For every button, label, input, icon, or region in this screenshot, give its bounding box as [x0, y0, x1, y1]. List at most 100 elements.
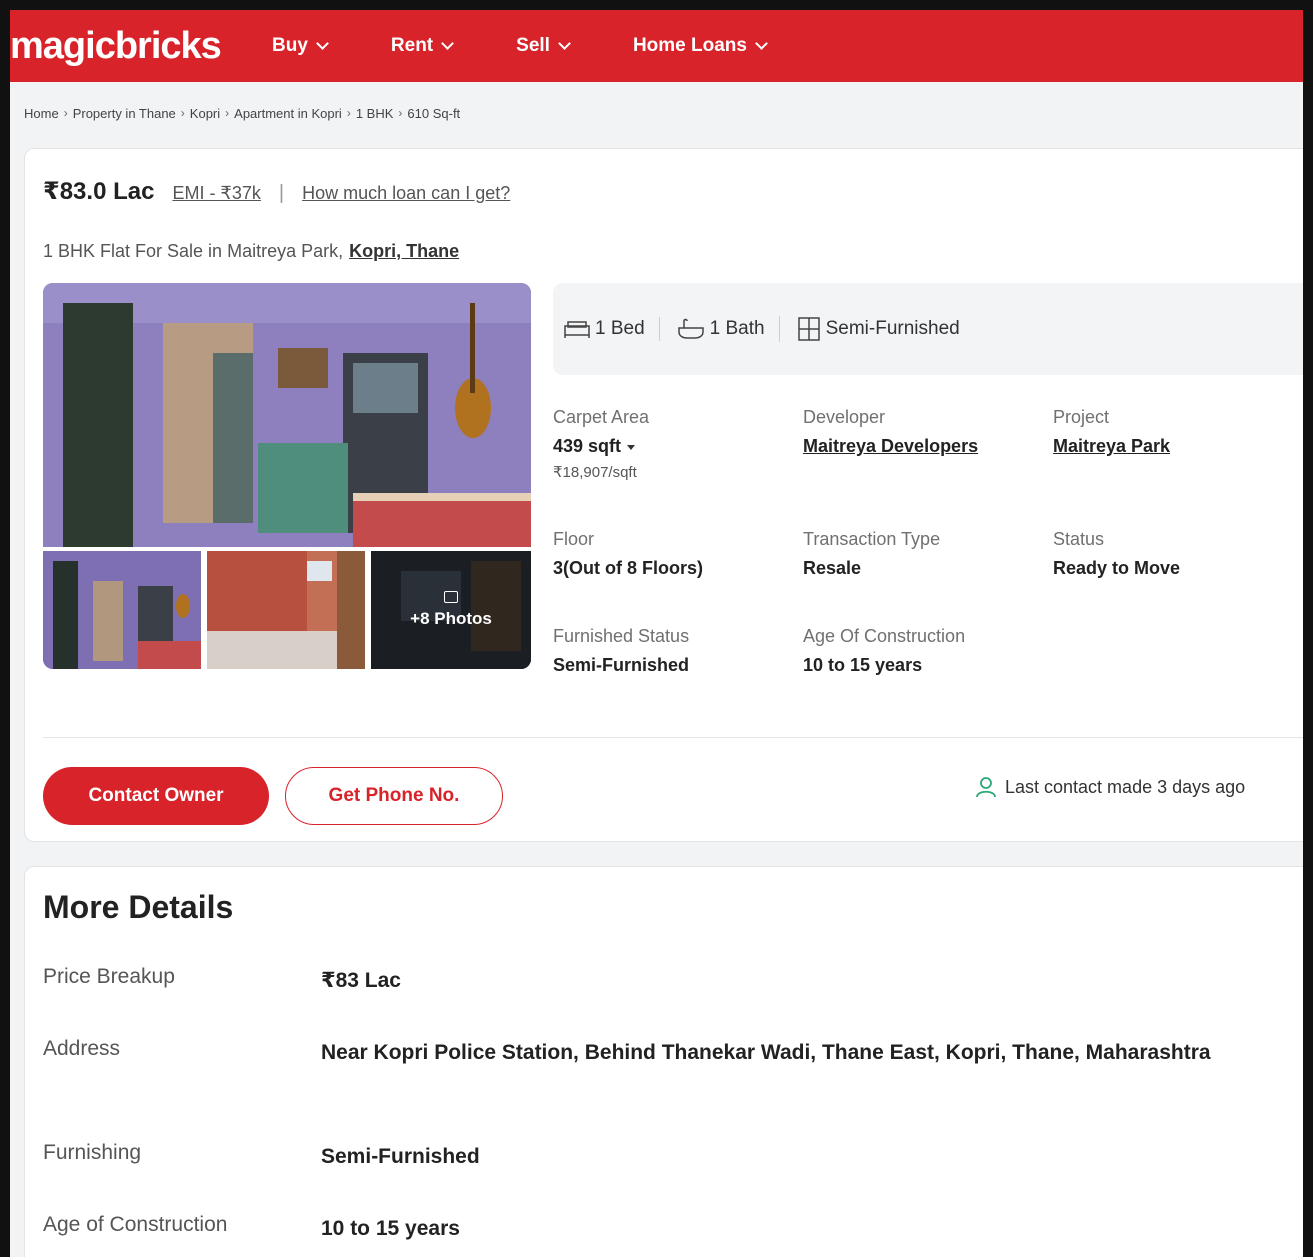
info-developer: Developer Maitreya Developers	[803, 407, 978, 457]
breadcrumb-separator-icon: ›	[346, 106, 351, 120]
nav-rent[interactable]: Rent	[390, 35, 455, 57]
detail-row-age: Age of Construction 10 to 15 years	[43, 1213, 1243, 1245]
info-floor: Floor 3(Out of 8 Floors)	[553, 529, 703, 579]
detail-key: Address	[43, 1037, 121, 1060]
breadcrumb-apartment-kopri[interactable]: Apartment in Kopri	[234, 106, 342, 121]
main-property-photo[interactable]	[43, 283, 531, 547]
detail-key: Furnishing	[43, 1141, 142, 1164]
listing-card: ₹83.0 Lac EMI - ₹37k | How much loan can…	[24, 148, 1311, 842]
listing-price: ₹83.0 Lac	[43, 178, 155, 205]
nav-rent-label: Rent	[390, 35, 434, 56]
divider	[43, 737, 1303, 738]
nav-buy[interactable]: Buy	[272, 35, 329, 57]
nav-home-loans-label: Home Loans	[632, 35, 747, 56]
detail-value: Semi-Furnished	[321, 1145, 480, 1168]
info-label: Status	[1053, 529, 1105, 549]
more-details-section: More Details Price Breakup ₹83 Lac Addre…	[24, 866, 1303, 1257]
detail-row-furnishing: Furnishing Semi-Furnished	[43, 1141, 1243, 1173]
info-label: Age Of Construction	[803, 626, 966, 646]
chevron-down-icon	[316, 36, 329, 50]
top-navbar: magicbricks Buy Rent Sell Home Loans	[10, 10, 1303, 82]
amenity-bed-label: 1 Bed	[595, 318, 645, 339]
info-carpet-area: Carpet Area 439 sqft ₹18,907/sqft	[553, 407, 649, 481]
site-logo[interactable]: magicbricks	[10, 25, 272, 68]
more-photos-thumbnail[interactable]: +8 Photos	[371, 551, 531, 669]
property-thumbnail[interactable]	[207, 551, 365, 669]
info-label: Carpet Area	[553, 407, 650, 427]
photo-icon	[444, 591, 458, 603]
breadcrumb-property-thane[interactable]: Property in Thane	[73, 106, 176, 121]
more-options-icon[interactable]	[1305, 173, 1311, 194]
detail-value: 10 to 15 years	[321, 1217, 460, 1240]
info-age-of-construction: Age Of Construction 10 to 15 years	[803, 626, 965, 676]
info-value: 10 to 15 years	[803, 655, 923, 675]
nav-sell[interactable]: Sell	[516, 35, 571, 57]
nav-home-loans[interactable]: Home Loans	[632, 35, 768, 57]
info-furnished-status: Furnished Status Semi-Furnished	[553, 626, 689, 676]
chevron-down-icon	[558, 36, 571, 50]
loan-eligibility-link[interactable]: How much loan can I get?	[302, 183, 510, 204]
info-value: Semi-Furnished	[553, 655, 690, 675]
breadcrumb-separator-icon: ›	[63, 106, 68, 120]
amenity-bed: 1 Bed	[563, 318, 659, 340]
info-value: 439 sqft	[553, 436, 622, 456]
bath-icon	[677, 318, 704, 339]
breadcrumb-1bhk[interactable]: 1 BHK	[356, 106, 394, 121]
amenity-furnishing: Semi-Furnished	[778, 316, 974, 342]
detail-row-price: Price Breakup ₹83 Lac	[43, 965, 1243, 997]
amenity-furnishing-label: Semi-Furnished	[825, 318, 960, 339]
detail-key: Price Breakup	[43, 965, 175, 988]
breadcrumb-home[interactable]: Home	[24, 106, 59, 121]
info-label: Furnished Status	[553, 626, 690, 646]
info-label: Project	[1053, 407, 1110, 427]
user-icon	[976, 777, 996, 798]
location-link[interactable]: Kopri, Thane	[349, 241, 459, 261]
last-contact-text: Last contact made 3 days ago	[1005, 776, 1246, 797]
emi-link[interactable]: EMI - ₹37k	[172, 183, 260, 204]
carpet-area-value[interactable]: 439 sqft	[553, 436, 649, 457]
detail-value: ₹83 Lac	[321, 969, 401, 992]
info-label: Transaction Type	[803, 529, 941, 549]
info-value: 3(Out of 8 Floors)	[553, 558, 703, 578]
info-label: Floor	[553, 529, 595, 549]
project-link[interactable]: Maitreya Park	[1053, 436, 1170, 457]
chevron-down-icon	[755, 36, 768, 50]
breadcrumb-separator-icon: ›	[398, 106, 403, 120]
info-project: Project Maitreya Park	[1053, 407, 1170, 457]
furnishing-icon	[797, 317, 820, 341]
breadcrumb: Home › Property in Thane › Kopri › Apartmen…	[24, 106, 460, 121]
separator: |	[278, 182, 285, 204]
browser-frame: magicbricks Buy Rent Sell Home Loans Hom…	[0, 0, 1313, 1257]
bed-icon	[564, 321, 590, 338]
more-photos-overlay: +8 Photos	[371, 551, 531, 669]
info-transaction-type: Transaction Type Resale	[803, 529, 940, 579]
detail-row-address: Address Near Kopri Police Station, Behin…	[43, 1037, 1243, 1069]
nav-sell-label: Sell	[516, 35, 550, 56]
more-details-title: More Details	[43, 889, 234, 925]
price-per-sqft: ₹18,907/sqft	[553, 464, 637, 481]
caret-down-icon	[627, 444, 636, 450]
price-row: ₹83.0 Lac EMI - ₹37k | How much loan can…	[43, 177, 510, 206]
amenity-bath: 1 Bath	[658, 317, 779, 341]
info-value: Ready to Move	[1053, 558, 1181, 578]
amenity-bath-label: 1 Bath	[709, 318, 765, 339]
property-thumbnail[interactable]	[43, 551, 201, 669]
chevron-down-icon	[441, 36, 455, 50]
amenity-strip: 1 Bed 1 Bath Semi-Furnished	[553, 283, 1303, 375]
get-phone-button[interactable]: Get Phone No.	[285, 767, 503, 825]
developer-link[interactable]: Maitreya Developers	[803, 436, 978, 457]
breadcrumb-kopri[interactable]: Kopri	[190, 106, 220, 121]
last-contact-info: Last contact made 3 days ago	[975, 775, 1245, 799]
detail-value: Near Kopri Police Station, Behind Thanek…	[321, 1041, 1211, 1064]
listing-title-text: 1 BHK Flat For Sale in Maitreya Park,	[43, 241, 344, 261]
info-label: Developer	[803, 407, 886, 427]
contact-owner-button[interactable]: Contact Owner	[43, 767, 269, 825]
listing-title: 1 BHK Flat For Sale in Maitreya Park, Kop…	[43, 241, 459, 262]
detail-key: Age of Construction	[43, 1213, 228, 1236]
more-photos-label: +8 Photos	[410, 609, 492, 628]
info-status: Status Ready to Move	[1053, 529, 1180, 579]
breadcrumb-separator-icon: ›	[180, 106, 185, 120]
breadcrumb-sqft: 610 Sq-ft	[407, 106, 461, 121]
nav-buy-label: Buy	[272, 35, 308, 56]
info-value: Resale	[803, 558, 862, 578]
